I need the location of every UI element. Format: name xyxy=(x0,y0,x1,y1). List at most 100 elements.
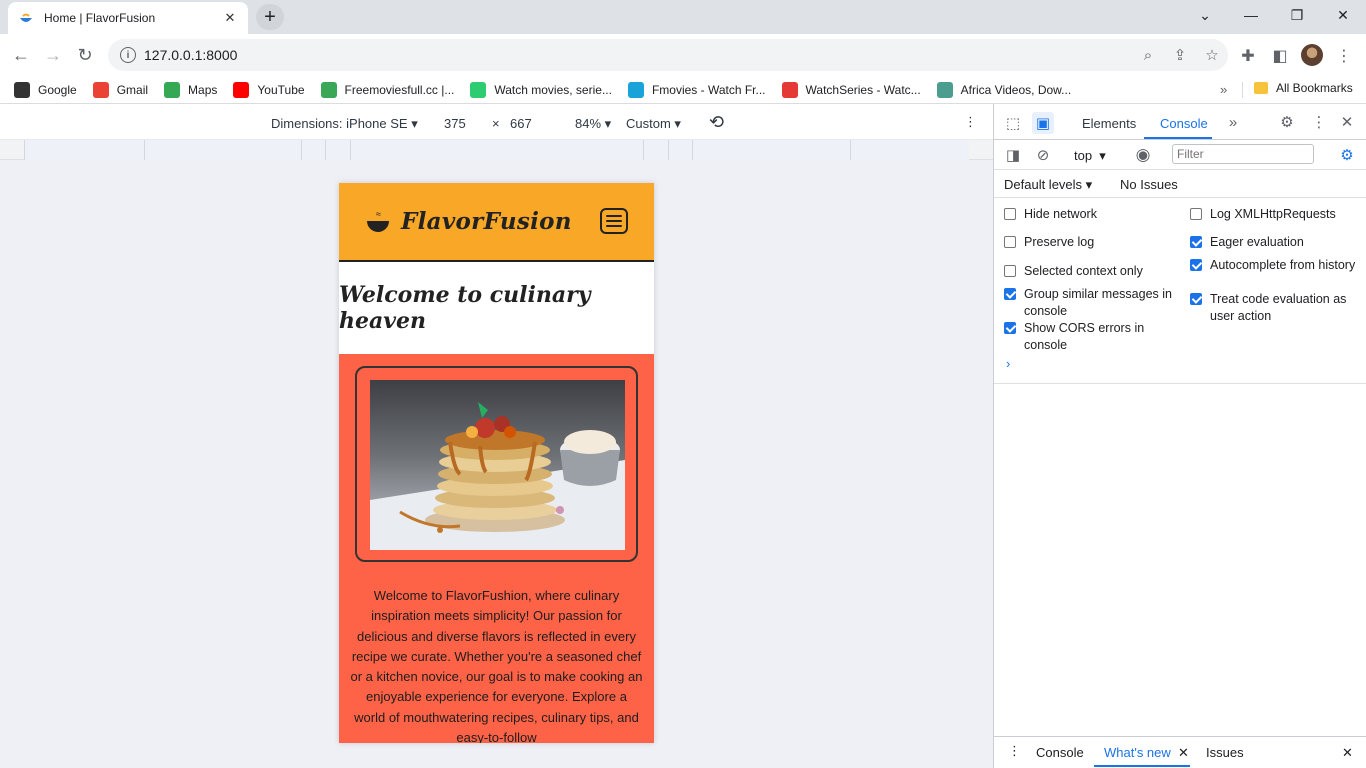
bookmark-item[interactable]: Fmovies - Watch Fr... xyxy=(627,81,766,98)
throttle-dropdown[interactable]: Custom ▾ xyxy=(626,116,681,132)
zoom-dropdown[interactable]: 84% ▾ xyxy=(575,116,611,132)
log-levels-dropdown[interactable]: Default levels ▾ xyxy=(1004,177,1092,193)
console-option[interactable]: Autocomplete from history xyxy=(1190,257,1360,274)
tab-search-chevron-icon[interactable]: ⌄ xyxy=(1182,0,1228,30)
ruler-segment[interactable] xyxy=(144,140,301,160)
device-more-icon[interactable]: ⋮ xyxy=(964,114,977,130)
context-selector[interactable]: top ▾ xyxy=(1074,148,1106,164)
ruler-segment[interactable] xyxy=(850,140,969,160)
back-icon[interactable]: ← xyxy=(6,40,36,70)
ruler-segment[interactable] xyxy=(301,140,325,160)
live-expression-eye-icon[interactable]: ◉ xyxy=(1132,144,1154,166)
bookmark-item[interactable]: Maps xyxy=(164,81,217,98)
devtools-close-icon[interactable]: ✕ xyxy=(1336,111,1358,133)
youtube-icon xyxy=(233,81,250,98)
ruler-segment[interactable] xyxy=(668,140,692,160)
ruler-segment[interactable] xyxy=(643,140,668,160)
tab-close-icon[interactable]: ✕ xyxy=(222,10,238,26)
drawer-tab-close-icon[interactable]: ✕ xyxy=(1178,745,1189,761)
checkbox-checked-icon[interactable] xyxy=(1190,236,1202,248)
drawer-tab-issues[interactable]: Issues xyxy=(1206,745,1244,760)
checkbox-unchecked-icon[interactable] xyxy=(1004,236,1016,248)
console-option[interactable]: Hide network xyxy=(1004,206,1174,223)
d-icon xyxy=(936,81,953,98)
extensions-icon[interactable]: ✚ xyxy=(1236,44,1260,68)
more-tabs-chevron-icon[interactable]: » xyxy=(1222,111,1244,133)
bookmark-item[interactable]: Africa Videos, Dow... xyxy=(936,81,1071,98)
console-option[interactable]: Show CORS errors in console xyxy=(1004,320,1174,354)
device-dimensions-dropdown[interactable]: Dimensions: iPhone SE ▾ xyxy=(271,116,418,132)
device-width-field[interactable]: 375 xyxy=(444,116,466,131)
checkbox-checked-icon[interactable] xyxy=(1190,259,1202,271)
share-icon[interactable]: ⇪ xyxy=(1164,46,1196,64)
drawer-menu-icon[interactable]: ⋮ xyxy=(1008,743,1021,759)
console-toolbar: ◨ ⊘ top ▾ ◉ ⚙ xyxy=(994,140,1366,170)
ruler-segment[interactable] xyxy=(692,140,850,160)
zoom-label: 84% xyxy=(575,116,602,131)
zoom-icon[interactable]: ⌕ xyxy=(1132,47,1164,64)
ruler-segment[interactable] xyxy=(24,140,144,160)
console-settings: Hide network Log XMLHttpRequests Preserve … xyxy=(994,198,1366,384)
bookmark-item[interactable]: YouTube xyxy=(233,81,305,98)
console-settings-gear-icon[interactable]: ⚙ xyxy=(1336,144,1358,166)
bookmark-item[interactable]: Gmail xyxy=(92,81,148,98)
reload-icon[interactable]: ↻ xyxy=(70,40,100,70)
devtools-menu-icon[interactable]: ⋮ xyxy=(1308,111,1330,133)
drawer-close-icon[interactable]: ✕ xyxy=(1342,745,1353,761)
play-icon xyxy=(470,81,487,98)
forward-icon[interactable]: → xyxy=(38,40,68,70)
console-option-label: Treat code evaluation as user action xyxy=(1210,292,1347,323)
rotate-icon[interactable]: ⟲ xyxy=(709,112,724,133)
console-option[interactable]: Log XMLHttpRequests xyxy=(1190,206,1360,223)
bookmarks-overflow-icon[interactable]: » xyxy=(1220,82,1227,97)
bookmark-item[interactable]: Google xyxy=(14,81,77,98)
bookmark-item[interactable]: Freemoviesfull.cc |... xyxy=(320,81,454,98)
console-option[interactable]: Treat code evaluation as user action xyxy=(1190,291,1360,325)
ruler-segment[interactable] xyxy=(325,140,350,160)
bookmark-item[interactable]: Watch movies, serie... xyxy=(470,81,612,98)
clear-console-icon[interactable]: ⊘ xyxy=(1032,144,1054,166)
tab-elements[interactable]: Elements xyxy=(1082,116,1136,131)
console-option-label: Group similar messages in console xyxy=(1024,287,1172,318)
console-option[interactable]: Group similar messages in console xyxy=(1004,286,1174,320)
hamburger-menu-icon[interactable] xyxy=(600,208,628,234)
ruler-segment[interactable] xyxy=(350,140,643,160)
site-info-icon[interactable]: i xyxy=(120,47,136,63)
checkbox-checked-icon[interactable] xyxy=(1004,322,1016,334)
device-height-field[interactable]: 667 xyxy=(510,116,532,131)
drawer-tab-whats-new[interactable]: What's new xyxy=(1104,745,1171,760)
checkbox-checked-icon[interactable] xyxy=(1004,288,1016,300)
sidebar-toggle-icon[interactable]: ◨ xyxy=(1002,144,1024,166)
checkbox-checked-icon[interactable] xyxy=(1190,293,1202,305)
site-brand[interactable]: FlavorFusion xyxy=(401,208,572,235)
tab-console[interactable]: Console xyxy=(1160,116,1208,131)
chrome-menu-icon[interactable]: ⋮ xyxy=(1332,44,1356,68)
minimize-icon[interactable]: — xyxy=(1228,0,1274,30)
bookmark-item[interactable]: WatchSeries - Watc... xyxy=(781,81,921,98)
console-option[interactable]: Eager evaluation xyxy=(1190,234,1360,251)
console-prompt-icon[interactable]: › xyxy=(1006,356,1010,371)
devtools-settings-icon[interactable]: ⚙ xyxy=(1276,111,1298,133)
restore-icon[interactable]: ❐ xyxy=(1274,0,1320,30)
checkbox-unchecked-icon[interactable] xyxy=(1004,265,1016,277)
profile-avatar[interactable] xyxy=(1301,44,1323,66)
inspect-element-icon[interactable]: ⬚ xyxy=(1002,112,1024,134)
drawer-tab-console[interactable]: Console xyxy=(1036,745,1084,760)
device-toggle-icon[interactable]: ▣ xyxy=(1032,112,1054,134)
address-bar[interactable]: i 127.0.0.1:8000 ⌕ ⇪ ☆ xyxy=(108,39,1228,71)
checkbox-unchecked-icon[interactable] xyxy=(1190,208,1202,220)
emulated-page: ≈ FlavorFusion Welcome to culinary heave… xyxy=(339,183,654,743)
console-option[interactable]: Preserve log xyxy=(1004,234,1174,251)
side-panel-icon[interactable]: ◧ xyxy=(1268,44,1292,68)
new-tab-button[interactable]: + xyxy=(256,4,284,30)
all-bookmarks-button[interactable]: All Bookmarks xyxy=(1254,81,1353,95)
bookmark-star-icon[interactable]: ☆ xyxy=(1196,46,1228,64)
url-text[interactable]: 127.0.0.1:8000 xyxy=(144,47,1132,63)
media-query-ruler[interactable] xyxy=(0,140,993,160)
console-option[interactable]: Selected context only xyxy=(1004,263,1174,280)
browser-tab-active[interactable]: Home | FlavorFusion ✕ xyxy=(8,2,248,34)
checkbox-unchecked-icon[interactable] xyxy=(1004,208,1016,220)
console-filter-input[interactable] xyxy=(1172,144,1314,164)
issues-count[interactable]: No Issues xyxy=(1120,177,1178,192)
close-window-icon[interactable]: ✕ xyxy=(1320,0,1366,30)
